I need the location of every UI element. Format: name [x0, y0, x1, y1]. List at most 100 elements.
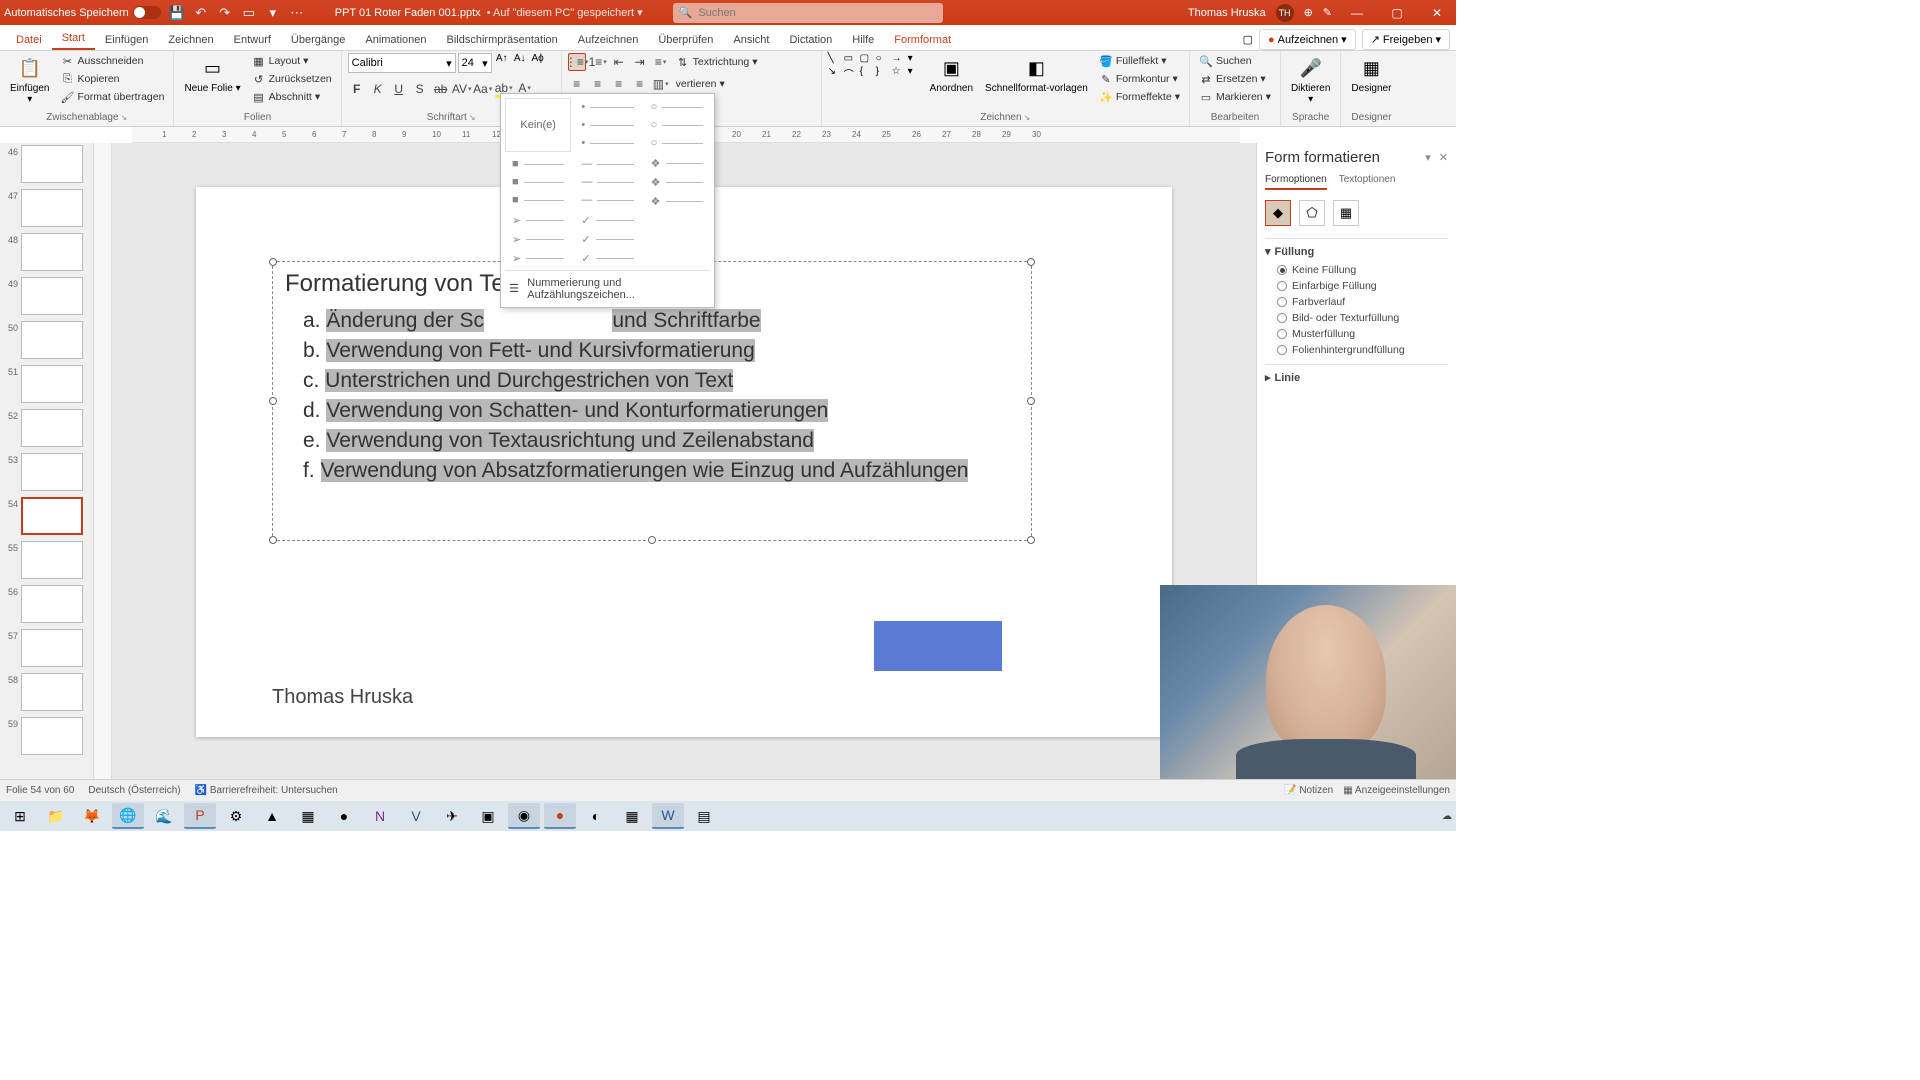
fill-picture-radio[interactable]: Bild- oder Texturfüllung — [1265, 310, 1448, 326]
shape-brace-icon[interactable]: { — [860, 66, 874, 81]
text-direction-button[interactable]: ⇅Textrichtung ▾ — [673, 54, 761, 70]
copy-button[interactable]: ⎘Kopieren — [57, 71, 167, 87]
decrease-indent-button[interactable]: ⇤ — [610, 53, 628, 71]
thumbnail-slide-53[interactable]: 53 — [2, 453, 91, 491]
language-indicator[interactable]: Deutsch (Österreich) — [88, 785, 180, 796]
tab-animations[interactable]: Animationen — [355, 30, 436, 50]
tab-draw[interactable]: Zeichnen — [158, 30, 223, 50]
thumbnail-slide-50[interactable]: 50 — [2, 321, 91, 359]
tab-help[interactable]: Hilfe — [842, 30, 884, 50]
tab-start[interactable]: Start — [52, 28, 95, 50]
draw-mode-icon[interactable]: ✎ — [1323, 6, 1332, 19]
bullet-option-diamond[interactable]: ❖❖❖ — [644, 155, 710, 209]
bullet-option-circle[interactable]: ○○○ — [644, 98, 710, 152]
fill-line-tab-icon[interactable]: ◆ — [1265, 200, 1291, 226]
thumbnail-slide-56[interactable]: 56 — [2, 585, 91, 623]
thumbnail-slide-52[interactable]: 52 — [2, 409, 91, 447]
slideshow-icon[interactable]: ▭ — [241, 5, 257, 21]
save-location[interactable]: • Auf "diesem PC" gespeichert ▾ — [487, 6, 643, 19]
tab-review[interactable]: Überprüfen — [648, 30, 723, 50]
shape-rect-icon[interactable]: ▭ — [844, 53, 858, 64]
telegram-icon[interactable]: ✈ — [436, 803, 468, 829]
bullet-option-disc[interactable]: ••• — [574, 98, 640, 152]
thumbnail-slide-47[interactable]: 47 — [2, 189, 91, 227]
app-icon-4[interactable]: ▣ — [472, 803, 504, 829]
bullet-option-arrow[interactable]: ➢➢➢ — [505, 212, 571, 266]
align-right-button[interactable]: ≡ — [610, 75, 628, 93]
bullet-option-empty[interactable] — [644, 212, 710, 266]
redo-icon[interactable]: ↷ — [217, 5, 233, 21]
thumbnail-slide-49[interactable]: 49 — [2, 277, 91, 315]
justify-button[interactable]: ≡ — [631, 75, 649, 93]
thumbnail-slide-54[interactable]: 54 — [2, 497, 91, 535]
visio-icon[interactable]: V — [400, 803, 432, 829]
layout-button[interactable]: ▦Layout ▾ — [249, 53, 335, 69]
autosave-toggle[interactable]: Automatisches Speichern — [4, 6, 161, 19]
shape-arrow-icon[interactable]: → — [892, 53, 906, 64]
close-button[interactable]: ✕ — [1422, 6, 1452, 20]
cut-button[interactable]: ✂Ausschneiden — [57, 53, 167, 69]
shape-outline-button[interactable]: ✎Formkontur ▾ — [1096, 71, 1183, 87]
font-name-combo[interactable]: Calibri▾ — [348, 53, 456, 73]
qat-overflow-icon[interactable]: ⋯ — [289, 5, 305, 21]
tab-record[interactable]: Aufzeichnen — [568, 30, 649, 50]
arrange-button[interactable]: ▣Anordnen — [926, 53, 977, 96]
resize-handle-se[interactable] — [1027, 536, 1035, 544]
strike-button[interactable]: ab — [432, 80, 450, 98]
save-icon[interactable]: 💾 — [169, 5, 185, 21]
tab-insert[interactable]: Einfügen — [95, 30, 158, 50]
chrome-icon[interactable]: 🌐 — [112, 803, 144, 829]
shape-star-icon[interactable]: ☆ — [892, 66, 906, 81]
thumbnail-slide-51[interactable]: 51 — [2, 365, 91, 403]
clear-format-icon[interactable]: Aϕ — [530, 53, 546, 73]
recording-icon[interactable]: ● — [544, 803, 576, 829]
designer-button[interactable]: ▦Designer — [1347, 53, 1395, 96]
numbering-button[interactable]: 1≡ — [589, 53, 607, 71]
shape-more2-icon[interactable]: ▾ — [908, 66, 922, 81]
more-qat-icon[interactable]: ▾ — [265, 5, 281, 21]
username[interactable]: Thomas Hruska — [1188, 7, 1266, 19]
ribbon-display-icon[interactable]: ▢ — [1243, 33, 1253, 46]
char-spacing-button[interactable]: AV — [453, 80, 471, 98]
resize-handle-e[interactable] — [1027, 397, 1035, 405]
section-button[interactable]: ▤Abschnitt ▾ — [249, 89, 335, 105]
bullets-button[interactable]: ⋮≡ — [568, 53, 586, 71]
tab-shape-format[interactable]: Formformat — [884, 30, 961, 50]
shapes-gallery[interactable]: ╲▭▢○→▾ ↘⌒{}☆▾ — [828, 53, 922, 81]
vertical-ruler[interactable] — [94, 143, 112, 779]
maximize-button[interactable]: ▢ — [1382, 6, 1412, 20]
undo-icon[interactable]: ↶ — [193, 5, 209, 21]
app-icon-2[interactable]: ▦ — [292, 803, 324, 829]
tab-dictation[interactable]: Dictation — [779, 30, 842, 50]
search-box[interactable]: 🔍 — [673, 3, 943, 23]
bullet-option-check[interactable]: ✓✓✓ — [574, 212, 640, 266]
underline-button[interactable]: U — [390, 80, 408, 98]
italic-button[interactable]: K — [369, 80, 387, 98]
increase-font-icon[interactable]: A↑ — [494, 53, 510, 73]
bullets-more-option[interactable]: ☰ Nummerierung und Aufzählungszeichen... — [505, 270, 710, 303]
resize-handle-s[interactable] — [648, 536, 656, 544]
change-case-button[interactable]: Aa — [474, 80, 492, 98]
shadow-button[interactable]: S — [411, 80, 429, 98]
edge-icon[interactable]: 🌊 — [148, 803, 180, 829]
select-button[interactable]: ▭Markieren ▾ — [1196, 89, 1274, 105]
replace-button[interactable]: ⇄Ersetzen ▾ — [1196, 71, 1274, 87]
word-icon[interactable]: W — [652, 803, 684, 829]
start-menu-icon[interactable]: ⊞ — [4, 803, 36, 829]
vlc-icon[interactable]: ▲ — [256, 803, 288, 829]
paste-button[interactable]: 📋 Einfügen▾ — [6, 53, 53, 107]
firefox-icon[interactable]: 🦊 — [76, 803, 108, 829]
resize-handle-sw[interactable] — [269, 536, 277, 544]
thumbnail-slide-59[interactable]: 59 — [2, 717, 91, 755]
minimize-button[interactable]: — — [1342, 6, 1372, 20]
thumbnail-slide-46[interactable]: 46 — [2, 145, 91, 183]
app-icon-1[interactable]: ⚙ — [220, 803, 252, 829]
shape-line-icon[interactable]: ╲ — [828, 53, 842, 64]
slide-author-text[interactable]: Thomas Hruska — [272, 686, 413, 709]
align-center-button[interactable]: ≡ — [589, 75, 607, 93]
tab-design[interactable]: Entwurf — [224, 30, 281, 50]
shape-rrect-icon[interactable]: ▢ — [860, 53, 874, 64]
bullet-option-dash[interactable]: ——— — [574, 155, 640, 209]
app-icon-3[interactable]: ● — [328, 803, 360, 829]
coming-soon-icon[interactable]: ⊕ — [1304, 6, 1313, 19]
